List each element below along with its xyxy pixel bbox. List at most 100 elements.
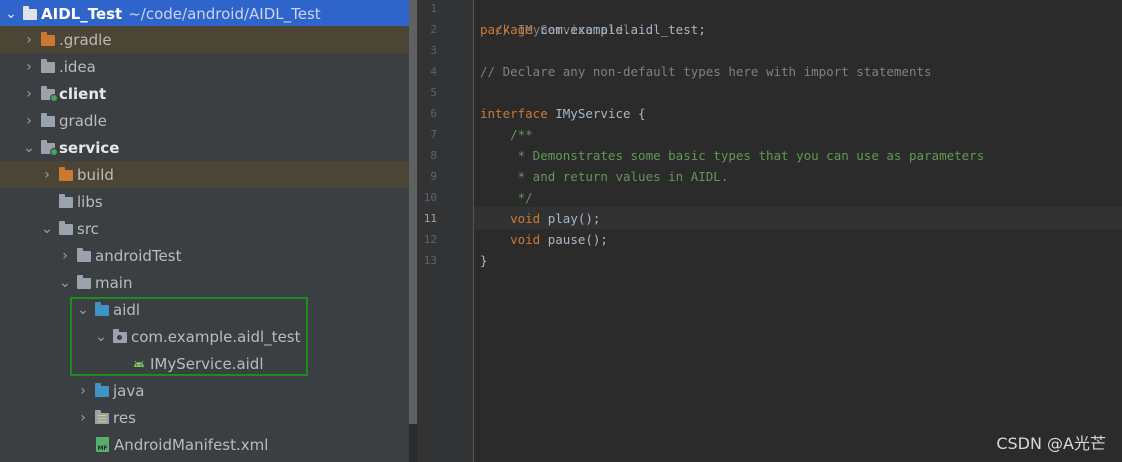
code-doc-comment: * and return values in AIDL.	[480, 169, 729, 184]
chevron-down-icon[interactable]: ⌄	[4, 6, 18, 22]
chevron-right-icon[interactable]: ›	[22, 113, 36, 129]
tree-item-label: java	[113, 381, 145, 400]
folder-icon	[41, 32, 55, 46]
line-number: 10	[423, 191, 437, 204]
code-doc-comment: /**	[480, 127, 533, 142]
line-number: 7	[430, 128, 437, 141]
tree-item-build[interactable]: › build	[0, 161, 409, 188]
tree-item-gradle-hidden[interactable]: › .gradle	[0, 26, 409, 53]
tree-item-label: .idea	[59, 57, 96, 76]
tree-item-libs[interactable]: › libs	[0, 188, 409, 215]
tree-item-label: androidTest	[95, 246, 182, 265]
chevron-down-icon[interactable]: ⌄	[40, 221, 54, 237]
folder-icon	[77, 275, 91, 289]
code-text: play();	[540, 211, 601, 226]
annotation-highlight-box	[70, 297, 308, 376]
line-number: 13	[423, 254, 437, 267]
code-comment: // Declare any non-default types here wi…	[480, 64, 932, 79]
folder-icon	[59, 221, 73, 235]
tree-item-label: client	[59, 84, 107, 103]
folder-icon	[59, 167, 73, 181]
tree-item-java[interactable]: › java	[0, 377, 409, 404]
line-number: 9	[430, 170, 437, 183]
tree-item-service[interactable]: ⌄ service	[0, 134, 409, 161]
tree-item-src[interactable]: ⌄ src	[0, 215, 409, 242]
tree-item-label: res	[113, 408, 136, 427]
chevron-right-icon[interactable]: ›	[76, 383, 90, 399]
tree-root-aidl-test[interactable]: ⌄ AIDL_Test ~/code/android/AIDL_Test	[0, 0, 409, 27]
tree-item-label: service	[59, 138, 120, 157]
code-line-12[interactable]: void pause();	[480, 229, 608, 250]
manifest-file-icon: MF	[96, 437, 109, 452]
code-keyword: package	[480, 22, 533, 37]
tree-scrollbar[interactable]	[409, 0, 417, 424]
project-tree: ⌄ AIDL_Test ~/code/android/AIDL_Test › .…	[0, 0, 409, 462]
code-keyword: void	[510, 211, 541, 226]
tree-root-path: ~/code/android/AIDL_Test	[128, 4, 321, 23]
code-line-8[interactable]: * Demonstrates some basic types that you…	[480, 145, 985, 166]
tree-item-label: gradle	[59, 111, 107, 130]
code-line-2[interactable]: package com.example.aidl_test;	[480, 19, 706, 40]
line-number: 3	[430, 44, 437, 57]
gutter-separator	[473, 0, 474, 462]
tree-item-res[interactable]: › res	[0, 404, 409, 431]
code-text: }	[480, 253, 488, 268]
tree-item-label: libs	[77, 192, 103, 211]
tree-item-gradle[interactable]: › gradle	[0, 107, 409, 134]
tree-item-label: AndroidManifest.xml	[114, 435, 269, 454]
chevron-right-icon[interactable]: ›	[22, 32, 36, 48]
module-folder-icon	[41, 86, 58, 102]
folder-icon	[41, 59, 55, 73]
line-number: 6	[430, 107, 437, 120]
tree-item-label: build	[77, 165, 114, 184]
folder-icon	[59, 194, 73, 208]
line-number-current: 11	[423, 212, 437, 225]
line-number: 2	[430, 23, 437, 36]
code-line-11[interactable]: void play();	[480, 208, 600, 229]
code-text: IMyService {	[547, 106, 646, 121]
chevron-right-icon[interactable]: ›	[40, 167, 54, 183]
resource-folder-icon	[95, 410, 109, 424]
code-line-1[interactable]: // IMyService.aidl	[480, 0, 630, 37]
chevron-right-icon[interactable]: ›	[58, 248, 72, 264]
line-number: 12	[423, 233, 437, 246]
folder-icon	[41, 113, 55, 127]
code-line-13[interactable]: }	[480, 250, 488, 271]
tree-item-main[interactable]: ⌄ main	[0, 269, 409, 296]
project-folder-icon	[23, 6, 37, 20]
chevron-right-icon[interactable]: ›	[76, 410, 90, 426]
line-number: 1	[430, 2, 437, 15]
chevron-down-icon[interactable]: ⌄	[58, 275, 72, 291]
code-line-7[interactable]: /**	[480, 124, 533, 145]
code-text: pause();	[540, 232, 608, 247]
tree-item-label: src	[77, 219, 99, 238]
line-number: 8	[430, 149, 437, 162]
module-folder-icon	[41, 140, 58, 156]
code-line-9[interactable]: * and return values in AIDL.	[480, 166, 729, 187]
watermark: CSDN @A光芒	[996, 434, 1106, 453]
code-line-6[interactable]: interface IMyService {	[480, 103, 646, 124]
tree-item-client[interactable]: › client	[0, 80, 409, 107]
tree-item-idea[interactable]: › .idea	[0, 53, 409, 80]
tree-item-label: .gradle	[59, 30, 112, 49]
chevron-right-icon[interactable]: ›	[22, 86, 36, 102]
tree-item-manifest[interactable]: MF AndroidManifest.xml	[0, 431, 409, 458]
tree-item-androidtest[interactable]: › androidTest	[0, 242, 409, 269]
code-line-10[interactable]: */	[480, 187, 533, 208]
code-doc-comment: */	[480, 190, 533, 205]
line-number: 4	[430, 65, 437, 78]
code-keyword: void	[510, 232, 541, 247]
folder-icon	[77, 248, 91, 262]
line-number: 5	[430, 86, 437, 99]
chevron-right-icon[interactable]: ›	[22, 59, 36, 75]
code-keyword: interface	[480, 106, 548, 121]
code-text: com.example.aidl_test;	[532, 22, 706, 37]
chevron-down-icon[interactable]: ⌄	[22, 140, 36, 156]
tree-root-label: AIDL_Test	[41, 4, 123, 23]
tree-item-label: main	[95, 273, 133, 292]
code-line-4[interactable]: // Declare any non-default types here wi…	[480, 61, 932, 82]
source-folder-icon	[95, 383, 109, 397]
code-doc-comment: * Demonstrates some basic types that you…	[480, 148, 985, 163]
